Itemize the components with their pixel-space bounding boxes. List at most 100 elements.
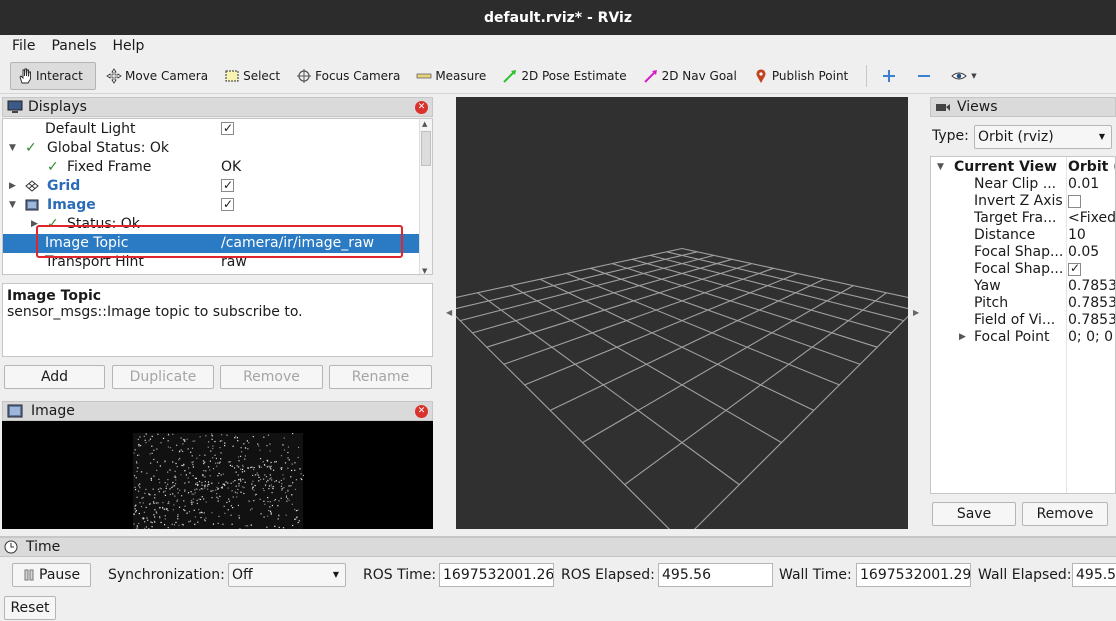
menu-file[interactable]: File	[4, 38, 43, 54]
tree-row-global-status[interactable]: ▼ ✓ Global Status: Ok	[3, 139, 421, 158]
default-light-checkbox[interactable]	[221, 119, 234, 138]
view-properties-tree[interactable]: ▼ Current View Orbit ( Near Clip ... 0.01…	[930, 156, 1116, 494]
ir-pixel	[175, 521, 177, 524]
chevron-down-icon: ▼	[332, 570, 339, 579]
invert-z-checkbox[interactable]	[1068, 195, 1081, 208]
view-prop-row[interactable]: Focal Shap... 0.05	[931, 244, 1115, 261]
ir-pixel	[149, 453, 151, 455]
grid-checkbox[interactable]	[221, 176, 234, 195]
rename-display-button[interactable]: Rename	[329, 365, 432, 389]
ir-pixel	[191, 455, 193, 457]
measure-tool-button[interactable]: Measure	[410, 62, 492, 90]
ir-pixel	[216, 486, 218, 489]
remove-view-button[interactable]: Remove	[1022, 502, 1108, 526]
ros-time-field[interactable]: 1697532001.26	[439, 563, 554, 587]
2d-nav-goal-tool-button[interactable]: 2D Nav Goal	[637, 62, 743, 90]
ir-pixel	[207, 488, 209, 490]
view-prop-row[interactable]: Target Fra... <Fixed	[931, 210, 1115, 227]
view-prop-row[interactable]: Pitch 0.7853	[931, 295, 1115, 312]
ir-pixel	[137, 438, 139, 441]
tool-properties-button[interactable]: ▼	[945, 62, 982, 90]
ir-pixel	[154, 509, 156, 511]
collapse-right-arrow-icon[interactable]: ▶	[913, 308, 919, 317]
collapse-arrow-icon[interactable]: ▶	[9, 177, 16, 196]
ir-pixel	[188, 521, 190, 523]
ir-pixel	[180, 495, 183, 497]
ir-pixel	[241, 468, 244, 470]
expand-arrow-icon[interactable]: ▼	[9, 196, 16, 215]
ir-pixel	[287, 451, 289, 454]
ir-pixel	[178, 451, 181, 453]
view-prop-row[interactable]: Invert Z Axis	[931, 193, 1115, 210]
scrollbar-thumb[interactable]	[421, 131, 431, 166]
grid-line	[456, 251, 698, 310]
ir-pixel	[228, 498, 230, 500]
ir-pixel	[176, 500, 178, 502]
ir-pixel	[197, 483, 199, 486]
ir-pixel	[263, 478, 265, 480]
tree-row-image[interactable]: ▼ Image	[3, 195, 421, 215]
wall-elapsed-field[interactable]: 495.5	[1072, 563, 1116, 587]
ir-pixel	[244, 447, 247, 449]
3d-render-viewport[interactable]	[456, 97, 908, 529]
expand-arrow-icon[interactable]: ▼	[9, 139, 16, 158]
menu-help[interactable]: Help	[105, 38, 153, 54]
ir-pixel	[144, 439, 146, 441]
tree-row-grid[interactable]: ▶ Grid	[3, 176, 421, 196]
ir-pixel	[165, 485, 167, 487]
ir-pixel	[176, 499, 179, 501]
add-tool-button[interactable]	[875, 62, 906, 90]
ir-pixel	[192, 498, 194, 500]
publish-point-tool-button[interactable]: Publish Point	[747, 62, 854, 90]
sync-select[interactable]: Off ▼	[228, 563, 346, 587]
view-prop-row[interactable]: Focal Shap...	[931, 260, 1115, 278]
ir-pixel	[135, 504, 137, 506]
select-tool-button[interactable]: Select	[218, 62, 286, 90]
interact-tool-button[interactable]: Interact	[10, 61, 96, 90]
view-prop-row[interactable]: Distance 10	[931, 227, 1115, 244]
grid-line	[503, 267, 774, 365]
close-icon[interactable]: ✕	[415, 101, 428, 114]
ir-pixel	[163, 524, 166, 526]
ir-pixel	[271, 486, 273, 488]
image-checkbox[interactable]	[221, 195, 234, 214]
2d-pose-estimate-tool-button[interactable]: 2D Pose Estimate	[496, 62, 632, 90]
collapse-arrow-icon[interactable]: ▶	[959, 329, 966, 346]
focus-camera-tool-button[interactable]: Focus Camera	[290, 62, 406, 90]
remove-display-button[interactable]: Remove	[220, 365, 323, 389]
remove-tool-button[interactable]	[910, 62, 941, 90]
duplicate-display-button[interactable]: Duplicate	[112, 365, 214, 389]
ir-pixel	[240, 451, 243, 453]
reset-button[interactable]: Reset	[4, 596, 56, 620]
view-type-select[interactable]: Orbit (rviz) ▼	[974, 125, 1112, 149]
view-prop-row[interactable]: Yaw 0.7853	[931, 278, 1115, 295]
add-display-button[interactable]: Add	[4, 365, 105, 389]
ir-pixel	[240, 455, 242, 457]
ros-elapsed-field[interactable]: 495.56	[658, 563, 773, 587]
ir-pixel	[258, 466, 261, 469]
close-icon[interactable]: ✕	[415, 405, 428, 418]
tree-row-default-light[interactable]: Default Light	[3, 119, 421, 139]
menu-panels[interactable]: Panels	[43, 38, 104, 54]
view-prop-row[interactable]: Near Clip ... 0.01	[931, 176, 1115, 193]
ir-pixel	[266, 481, 268, 483]
ir-pixel	[257, 445, 260, 447]
ir-pixel	[159, 517, 161, 519]
wall-time-field[interactable]: 1697532001.29	[856, 563, 971, 587]
move-camera-tool-button[interactable]: Move Camera	[100, 62, 214, 90]
ir-pixel	[190, 491, 192, 493]
current-view-row[interactable]: ▼ Current View Orbit (	[931, 159, 1115, 176]
save-view-button[interactable]: Save	[932, 502, 1016, 526]
focal-shape-checkbox[interactable]	[1068, 260, 1081, 277]
expand-arrow-icon[interactable]: ▼	[937, 159, 944, 176]
tree-row-fixed-frame[interactable]: ✓ Fixed Frame OK	[3, 158, 421, 177]
displays-scrollbar[interactable]: ▲ ▼	[419, 119, 432, 274]
ir-pixel	[203, 518, 206, 521]
pause-button[interactable]: Pause	[12, 563, 91, 587]
ir-pixel	[206, 485, 209, 487]
ir-pixel	[280, 455, 283, 457]
view-prop-row[interactable]: ▶ Focal Point 0; 0; 0	[931, 329, 1115, 346]
collapse-left-arrow-icon[interactable]: ◀	[446, 308, 452, 317]
description-text: sensor_msgs::Image topic to subscribe to…	[7, 304, 303, 320]
view-prop-row[interactable]: Field of Vi... 0.7853	[931, 312, 1115, 329]
